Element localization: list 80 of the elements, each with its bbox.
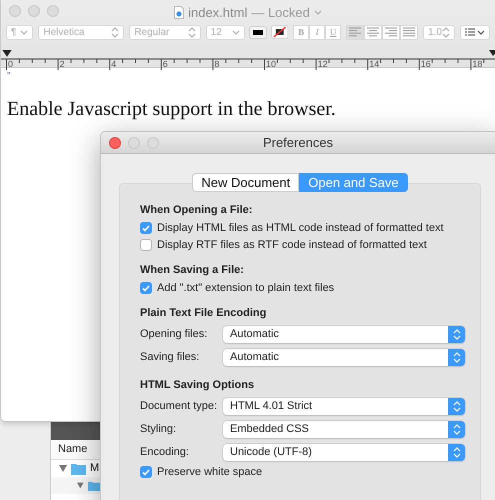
text-color-well[interactable] xyxy=(250,26,266,38)
paragraph-menu[interactable]: ¶ xyxy=(6,24,34,40)
column-header[interactable]: Name xyxy=(51,440,100,460)
document-text: Enable Javascript support in the browser. xyxy=(7,97,337,121)
ruler-number: 2 xyxy=(60,60,65,69)
toolbar xyxy=(51,420,100,440)
popup-button[interactable]: HTML 4.01 Strict xyxy=(223,398,465,414)
section-heading: When Saving a File: xyxy=(140,263,245,278)
popup-button[interactable]: Unicode (UTF-8) xyxy=(223,444,465,460)
align-icon xyxy=(384,27,398,37)
list-icon xyxy=(465,28,475,36)
field-label: Document type: xyxy=(140,398,218,414)
ruler-number: 4 xyxy=(111,60,116,69)
font-size-combo[interactable]: 12 xyxy=(206,24,245,40)
checkbox-label: Display RTF files as RTF code instead of formatted text xyxy=(157,238,427,253)
stepper-icon xyxy=(452,424,460,434)
disclosure-triangle-icon[interactable] xyxy=(77,482,84,489)
list-menu[interactable] xyxy=(460,24,490,40)
font-family-popup[interactable]: Helvetica xyxy=(38,24,124,40)
text-style-button[interactable]: B xyxy=(293,24,310,40)
ruler-number: 12 xyxy=(318,60,328,69)
stepper-icon xyxy=(452,446,460,458)
ruler-number: 18 xyxy=(472,60,482,69)
locked-status[interactable]: — Locked xyxy=(251,3,310,22)
align-icon xyxy=(348,27,362,37)
ruler-number: 8 xyxy=(214,60,220,69)
checkbox-label: Preserve white space xyxy=(157,464,262,480)
ruler-number: 0 xyxy=(8,60,14,69)
section-heading: When Opening a File: xyxy=(140,203,254,218)
checkbox-label: Display HTML files as HTML code instead of formatted text xyxy=(157,220,444,236)
checkbox-label: Add ".txt" extension to plain text files xyxy=(157,280,334,296)
chevron-icon xyxy=(232,30,240,34)
align-icon xyxy=(402,27,416,37)
ruler-number: 16 xyxy=(420,60,431,69)
alignment-button[interactable] xyxy=(364,24,382,40)
section-heading: Plain Text File Encoding xyxy=(140,306,268,321)
alignment-button[interactable] xyxy=(400,24,418,40)
stepper-icon xyxy=(452,352,460,362)
section-heading: HTML Saving Options xyxy=(140,378,256,393)
ruler-number: 10 xyxy=(266,60,276,69)
window-title: Preferences xyxy=(262,134,334,152)
stepper-icon xyxy=(452,400,460,412)
ruler-number: 14 xyxy=(369,60,380,69)
folder-icon xyxy=(88,480,100,492)
folder-icon xyxy=(71,462,86,474)
stepper-icon xyxy=(442,26,450,38)
document-icon xyxy=(174,6,184,20)
field-label: Styling: xyxy=(140,422,178,437)
checkbox[interactable] xyxy=(140,282,152,294)
no-background-color-well[interactable] xyxy=(270,25,288,39)
checkbox[interactable] xyxy=(140,222,152,234)
popup-button[interactable]: Automatic xyxy=(223,348,465,366)
field-label: Saving files: xyxy=(140,350,200,365)
disclosure-triangle-icon[interactable] xyxy=(59,465,67,472)
checkbox[interactable] xyxy=(140,239,152,251)
text-style-button[interactable]: I xyxy=(309,24,326,40)
ruler-number: 6 xyxy=(162,60,168,69)
text-style-button[interactable]: U xyxy=(325,24,342,40)
line-spacing-popup[interactable]: 1.0 xyxy=(423,24,455,40)
popup-button[interactable]: Embedded CSS xyxy=(223,420,465,438)
window-title: index.html xyxy=(188,4,248,22)
tab[interactable]: Open and Save xyxy=(299,173,408,192)
popup-button[interactable]: Automatic xyxy=(223,326,465,342)
quote-mark-text: " xyxy=(7,70,12,80)
alignment-button[interactable] xyxy=(346,24,364,40)
chevron-icon xyxy=(477,30,485,34)
field-label: Opening files: xyxy=(140,326,208,342)
file-name: M xyxy=(90,463,100,474)
stepper-icon xyxy=(188,26,196,38)
font-style-popup[interactable]: Regular xyxy=(129,24,201,40)
close-button[interactable] xyxy=(109,136,121,148)
chevron-icon xyxy=(20,30,28,34)
alignment-button[interactable] xyxy=(382,24,400,40)
checkbox[interactable] xyxy=(140,466,152,478)
chevron-icon xyxy=(314,10,322,16)
stepper-icon xyxy=(452,328,460,340)
align-icon xyxy=(366,27,380,37)
tab[interactable]: New Document xyxy=(192,173,300,192)
field-label: Encoding: xyxy=(140,444,190,460)
stepper-icon xyxy=(111,26,120,38)
